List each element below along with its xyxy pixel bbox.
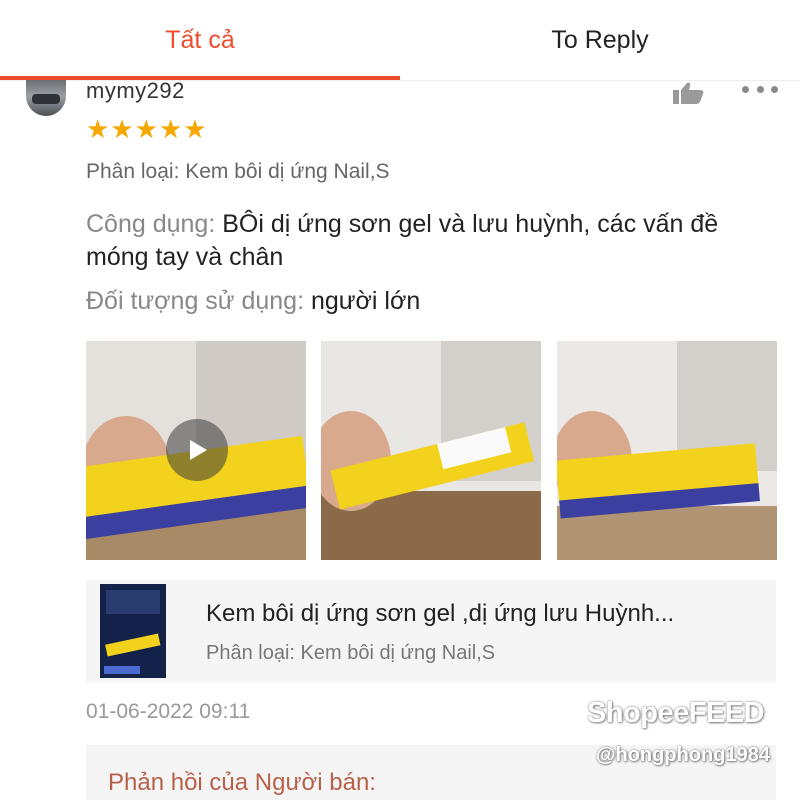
review-variation: Phân loại: Kem bôi dị ứng Nail,S [86,160,390,183]
star-icon: ★ [183,114,207,144]
review-usage: Công dụng: BÔi dị ứng sơn gel và lưu huỳ… [86,208,776,274]
star-icon: ★ [158,114,183,144]
thumbs-up-icon[interactable] [672,82,704,104]
review-tabs: Tất cả To Reply [0,0,800,80]
target-value: người lớn [310,287,421,315]
review-photo[interactable] [557,341,777,560]
watermark-handle: @hongphong1984 [596,744,770,766]
product-thumbnail-image [100,584,166,678]
tab-all[interactable]: Tất cả [0,0,400,80]
review-date: 01-06-2022 09:11 [86,700,251,723]
more-dots-icon[interactable] [742,86,778,94]
tab-to-reply[interactable]: To Reply [400,0,800,80]
star-icon: ★ [134,114,158,144]
play-icon[interactable] [166,419,228,481]
product-photo-image [557,341,777,560]
target-label: Đối tượng sử dụng: [86,287,305,315]
review-target: Đối tượng sử dụng: người lớn [86,285,776,318]
product-photo-image [321,341,541,560]
rating-stars: ★ ★ ★ ★ ★ [86,116,207,142]
review-photo[interactable] [321,341,541,560]
reviewer-username: mymy292 [86,78,185,103]
watermark-logo: S ShopeeFEED [545,694,765,732]
star-icon: ★ [86,114,110,144]
usage-label: Công dụng: [86,210,216,238]
product-thumbnail [100,584,166,678]
avatar[interactable] [26,80,66,116]
product-variation: Phân loại: Kem bôi dị ứng Nail,S [206,642,496,664]
product-card[interactable]: Kem bôi dị ứng sơn gel ,dị ứng lưu Huỳnh… [86,580,776,682]
watermark-brand-text: ShopeeFEED [587,696,765,729]
svg-text:S: S [557,709,569,729]
star-icon: ★ [110,114,134,144]
review-video-thumbnail[interactable] [86,341,306,560]
shopee-bag-icon: S [546,697,580,732]
seller-reply-label: Phản hồi của Người bán: [108,769,376,796]
product-title[interactable]: Kem bôi dị ứng sơn gel ,dị ứng lưu Huỳnh… [206,600,674,628]
